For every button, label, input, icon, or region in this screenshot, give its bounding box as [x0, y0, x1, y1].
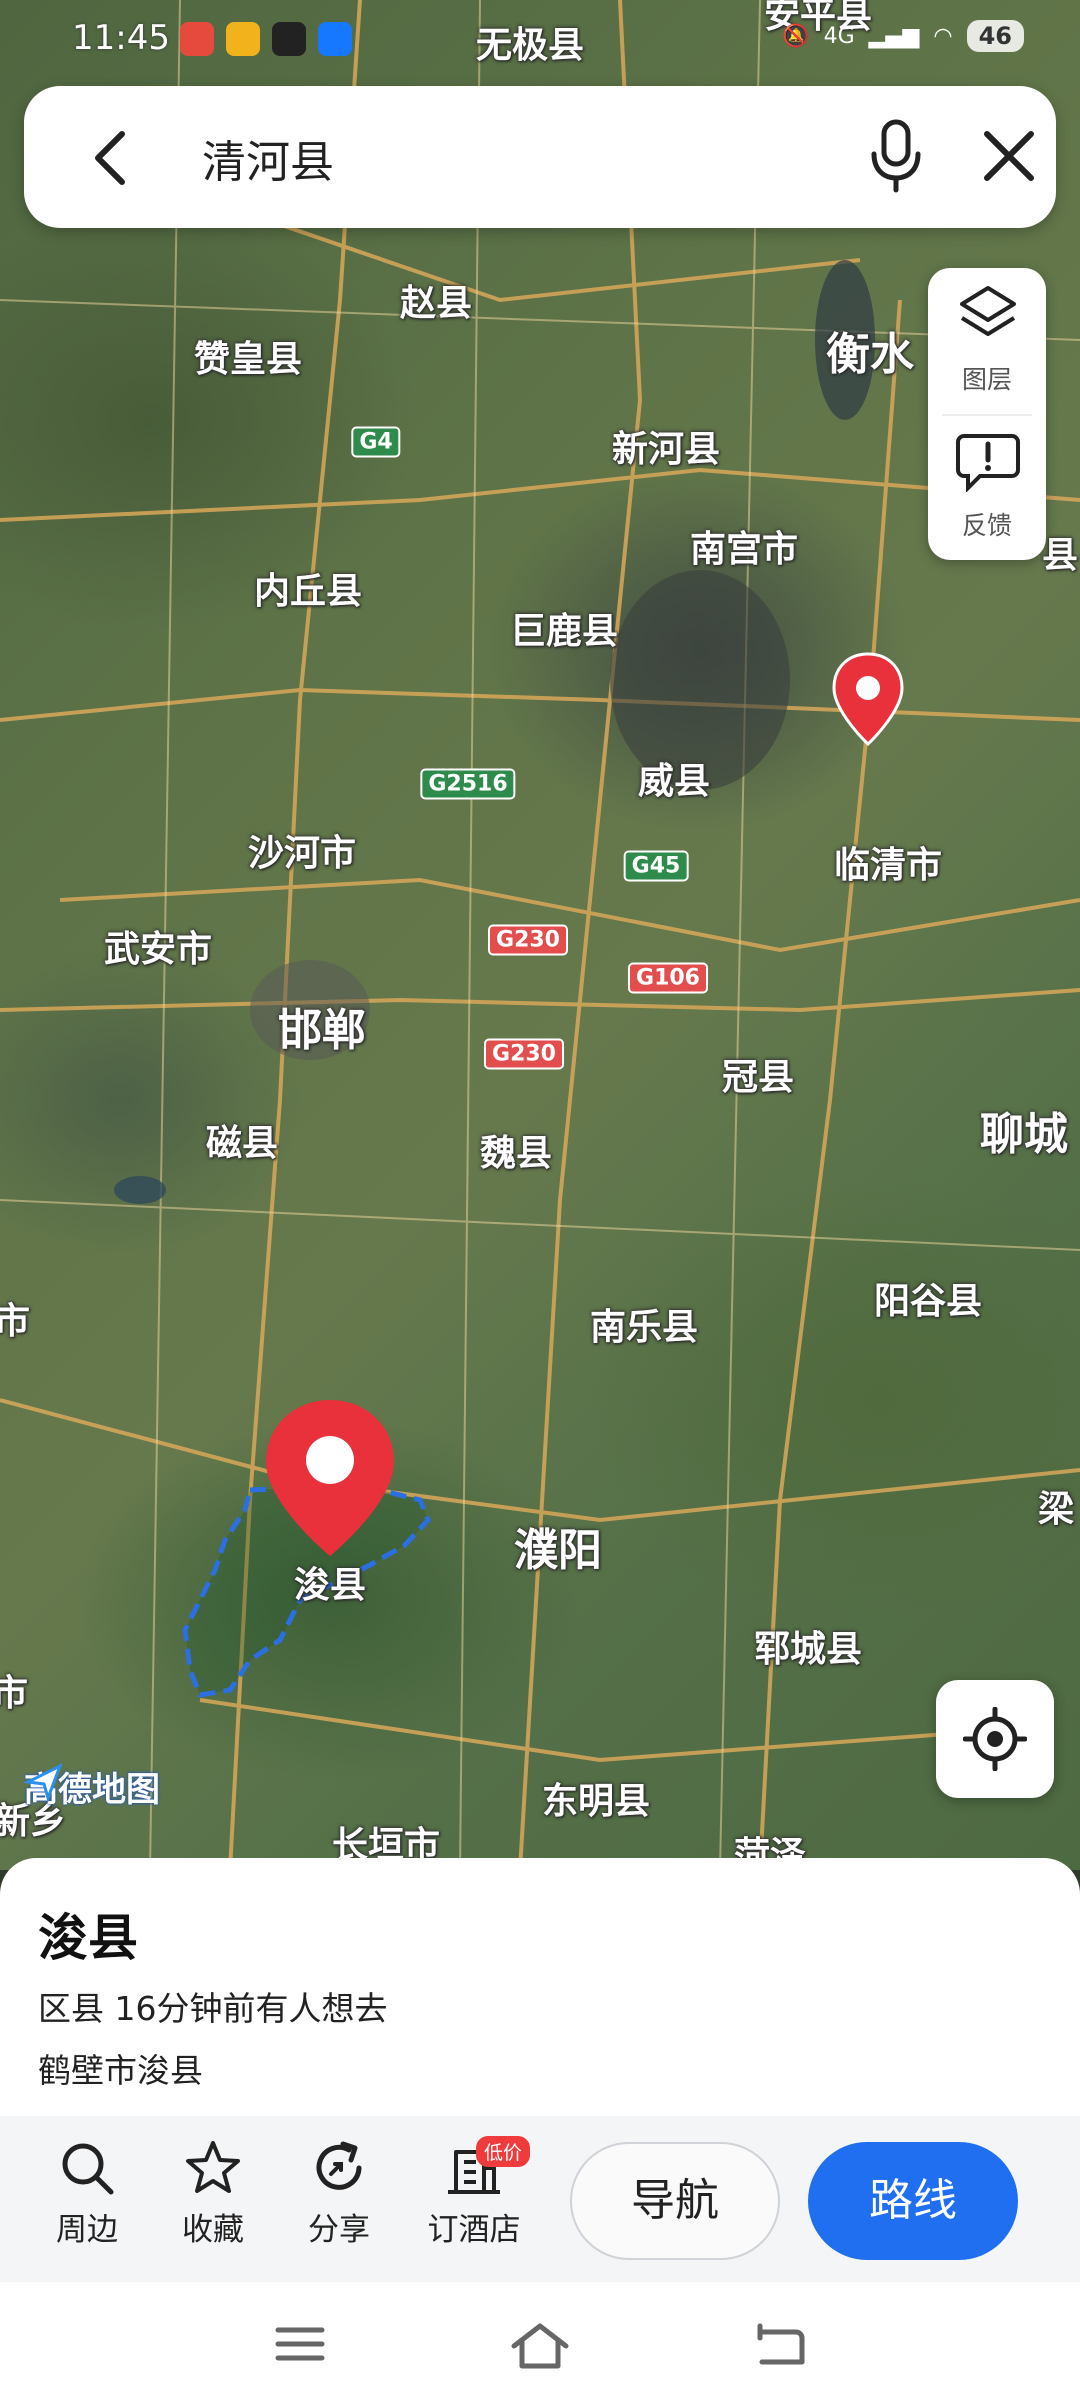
place-label: 市	[0, 1301, 31, 1342]
layers-button[interactable]: 图层	[928, 268, 1046, 414]
feedback-label: 反馈	[961, 511, 1012, 540]
route-button[interactable]: 路线	[808, 2142, 1018, 2260]
status-bar: 11:45 🔕 4G ▂▄▆ ◠ 46	[0, 0, 1080, 80]
place-label: 武安市	[103, 929, 213, 970]
signal-label: 4G	[823, 23, 855, 49]
map-view[interactable]: 无极县 安平县 赵县 赞皇县 衡水 新河县 南宫市 内丘县 巨鹿县 威县 临清市…	[0, 0, 1080, 1870]
place-meta: 区县 16分钟前有人想去	[38, 1989, 388, 2028]
road-shield: G2516	[420, 768, 516, 800]
road-shield: G230	[484, 1038, 564, 1070]
road-shield: G45	[623, 850, 689, 882]
locate-icon	[963, 1707, 1027, 1771]
search-icon	[62, 2143, 114, 2195]
notification-icons	[180, 22, 352, 56]
feedback-icon	[956, 434, 1020, 492]
map-pin-small[interactable]	[830, 652, 906, 748]
menu-icon[interactable]	[274, 2322, 326, 2366]
place-title: 浚县	[38, 1909, 138, 1967]
place-address: 鹤壁市浚县	[38, 2051, 203, 2090]
locate-me-button[interactable]	[936, 1680, 1054, 1798]
place-label: 威县	[637, 761, 711, 802]
place-label: 阳谷县	[873, 1281, 983, 1322]
home-icon[interactable]	[510, 2322, 570, 2370]
favorite-button[interactable]: 收藏	[158, 2138, 268, 2249]
place-label-selected: 浚县	[293, 1565, 367, 1606]
microphone-icon[interactable]	[866, 118, 926, 196]
mute-icon: 🔕	[782, 23, 810, 49]
place-label: 县	[1041, 535, 1079, 576]
status-right: 🔕 4G ▂▄▆ ◠ 46	[782, 20, 1024, 52]
wifi-icon: ◠	[933, 23, 953, 49]
back-icon[interactable]	[752, 2322, 808, 2370]
share-label: 分享	[308, 2212, 370, 2248]
hotel-badge: 低价	[476, 2136, 531, 2167]
place-label: 磁县	[205, 1123, 279, 1164]
star-icon	[186, 2141, 240, 2193]
road-shield: G4	[351, 426, 401, 458]
place-label: 衡水	[826, 329, 914, 380]
navigate-button[interactable]: 导航	[570, 2142, 780, 2260]
hotel-button[interactable]: 低价 订酒店	[414, 2136, 534, 2249]
action-bar: 周边 收藏 分享 低价 订酒店 导航 路线	[0, 2116, 1080, 2282]
place-label: 市	[0, 1673, 29, 1714]
place-label: 邯郸	[278, 1005, 366, 1056]
place-label: 聊城	[980, 1109, 1068, 1160]
layers-icon	[960, 286, 1016, 336]
place-label: 临清市	[833, 845, 943, 886]
place-label: 内丘县	[253, 571, 363, 612]
feedback-button[interactable]: 反馈	[928, 414, 1046, 560]
back-arrow-icon[interactable]	[86, 128, 142, 188]
place-label: 南乐县	[589, 1307, 699, 1348]
close-icon[interactable]	[979, 126, 1039, 186]
share-button[interactable]: 分享	[284, 2138, 394, 2249]
app-icon	[272, 22, 306, 56]
hotel-label: 订酒店	[427, 2212, 521, 2248]
place-label: 梁	[1037, 1489, 1075, 1530]
road-shield: G106	[628, 962, 708, 994]
place-label: 冠县	[721, 1057, 795, 1098]
place-label: 濮阳	[514, 1525, 602, 1576]
nearby-button[interactable]: 周边	[32, 2138, 142, 2249]
map-side-panel: 图层 反馈	[928, 268, 1046, 560]
nearby-label: 周边	[56, 2212, 118, 2248]
place-label: 巨鹿县	[509, 611, 619, 652]
search-bar[interactable]: 清河县	[24, 86, 1056, 228]
road-shield: G230	[488, 924, 568, 956]
place-label: 赵县	[399, 283, 473, 324]
place-label: 郓城县	[753, 1629, 863, 1670]
battery-indicator: 46	[966, 20, 1024, 52]
map-pin-selected[interactable]	[260, 1396, 400, 1562]
weibo-icon	[180, 22, 214, 56]
amap-logo-icon	[24, 1762, 63, 1802]
search-query[interactable]: 清河县	[202, 126, 334, 190]
favorite-label: 收藏	[182, 2212, 244, 2248]
alipay-icon	[318, 22, 352, 56]
place-label: 沙河市	[247, 833, 357, 874]
app-icon	[226, 22, 260, 56]
place-label: 魏县	[479, 1133, 553, 1174]
place-label: 新河县	[611, 429, 721, 470]
place-label: 南宫市	[689, 529, 799, 570]
place-label: 东明县	[541, 1781, 651, 1822]
amap-logo: 高德地图	[24, 1762, 160, 1811]
signal-icon: ▂▄▆	[868, 23, 920, 49]
layers-label: 图层	[961, 365, 1012, 394]
share-icon	[316, 2141, 362, 2190]
place-label: 赞皇县	[193, 339, 303, 380]
status-time: 11:45	[72, 18, 170, 58]
system-navigation-bar	[0, 2282, 1080, 2408]
